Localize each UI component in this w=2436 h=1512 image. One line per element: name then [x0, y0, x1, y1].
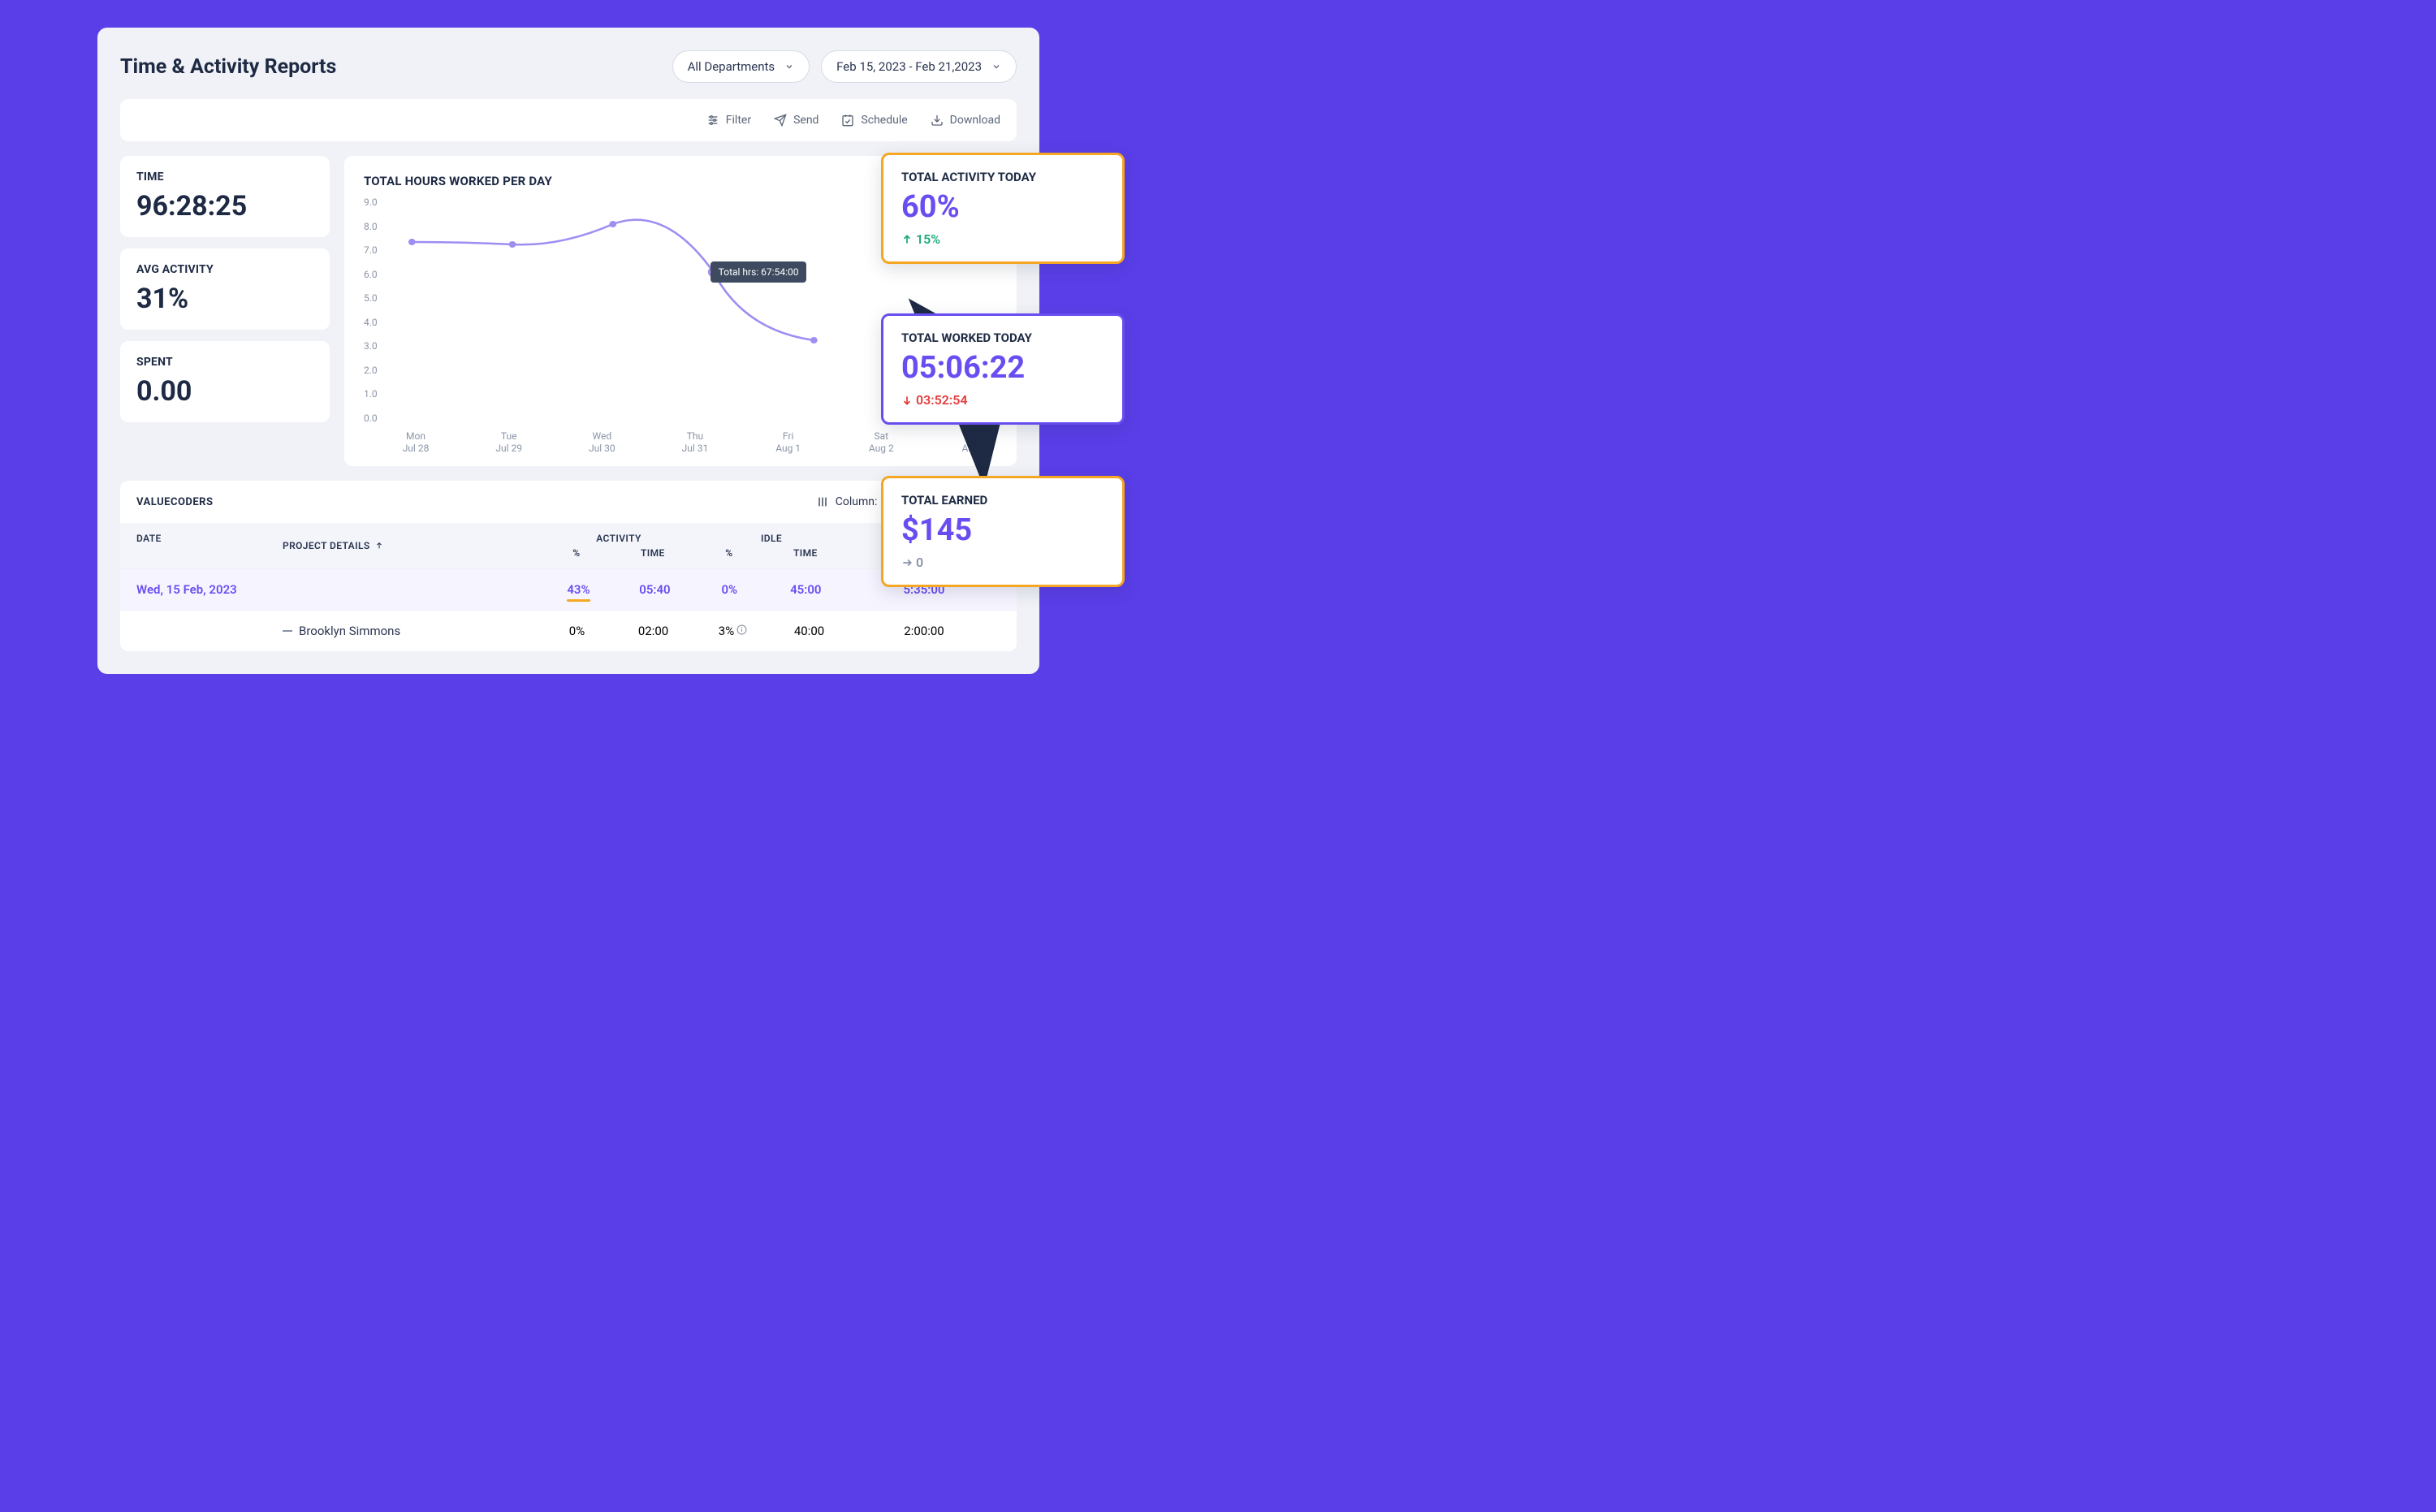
fc-activity-delta: 15% [901, 231, 1104, 247]
chart-yaxis: 9.0 8.0 7.0 6.0 5.0 4.0 3.0 2.0 1.0 0.0 [364, 197, 386, 424]
spent-card: SPENT 0.00 [120, 341, 330, 422]
arrow-down-icon [901, 395, 913, 406]
date-range-selector[interactable]: Feb 15, 2023 - Feb 21,2023 [821, 50, 1017, 83]
date-cell: Wed, 15 Feb, 2023 [136, 582, 283, 597]
time-value: 96:28:25 [136, 190, 313, 222]
th-project[interactable]: PROJECT DETAILS [283, 533, 542, 559]
last-cell: 2:00:00 [848, 624, 1000, 638]
filter-label: Filter [726, 114, 751, 127]
filter-button[interactable]: Filter [706, 114, 751, 127]
fc-activity-label: TOTAL ACTIVITY TODAY [901, 170, 1104, 184]
activity-time: 05:40 [639, 582, 670, 597]
time-card: TIME 96:28:25 [120, 156, 330, 237]
fc-earned-label: TOTAL EARNED [901, 493, 1104, 508]
arrow-up-icon [901, 234, 913, 245]
schedule-label: Schedule [861, 114, 907, 127]
activity-cell: 43% 05:40 [542, 582, 695, 597]
activity-pct: 43% [567, 582, 590, 597]
y-tick: 2.0 [364, 365, 378, 376]
y-tick: 1.0 [364, 388, 378, 400]
header: Time & Activity Reports All Departments … [120, 50, 1017, 83]
dashboard-frame: Time & Activity Reports All Departments … [97, 28, 1039, 674]
y-tick: 5.0 [364, 292, 378, 304]
y-tick: 3.0 [364, 340, 378, 352]
arrow-right-icon [901, 557, 913, 568]
idle-time: 45:00 [790, 582, 821, 597]
avg-activity-card: AVG ACTIVITY 31% [120, 248, 330, 330]
fc-earned-delta: 0 [901, 555, 1104, 570]
chevron-down-icon [991, 62, 1001, 71]
filter-icon [706, 114, 719, 127]
idle-pct: 3% [719, 624, 747, 638]
fc-worked-delta: 03:52:54 [901, 392, 1104, 408]
x-tick: MonJul 28 [393, 430, 438, 455]
time-label: TIME [136, 171, 313, 184]
spent-label: SPENT [136, 356, 313, 369]
table-row[interactable]: Brooklyn Simmons 0% 02:00 3% 40:00 2:00:00 [120, 610, 1017, 651]
idle-pct: 0% [721, 582, 737, 597]
department-selector[interactable]: All Departments [672, 50, 810, 83]
date-range-label: Feb 15, 2023 - Feb 21,2023 [836, 59, 982, 74]
idle-cell: 0% 45:00 [695, 582, 848, 597]
y-tick: 7.0 [364, 244, 378, 256]
project-cell: Brooklyn Simmons [283, 624, 542, 638]
fc-activity-value: 60% [901, 189, 1104, 225]
fc-earned-value: $145 [901, 512, 1104, 548]
y-tick: 6.0 [364, 269, 378, 280]
idle-cell: 3% 40:00 [695, 624, 848, 638]
header-controls: All Departments Feb 15, 2023 - Feb 21,20… [672, 50, 1017, 83]
activity-pct: 0% [569, 624, 585, 638]
last-time: 2:00:00 [904, 624, 944, 638]
fc-worked-label: TOTAL WORKED TODAY [901, 330, 1104, 345]
th-activity: ACTIVITY %TIME [542, 533, 695, 559]
download-button[interactable]: Download [931, 114, 1000, 127]
stat-column: TIME 96:28:25 AVG ACTIVITY 31% SPENT 0.0… [120, 156, 330, 466]
avg-activity-value: 31% [136, 283, 313, 315]
total-activity-card: TOTAL ACTIVITY TODAY 60% 15% [881, 153, 1125, 264]
dash-icon [283, 630, 292, 632]
th-date: DATE [136, 533, 283, 559]
department-selector-label: All Departments [688, 59, 775, 74]
download-label: Download [950, 114, 1000, 127]
activity-cell: 0% 02:00 [542, 624, 695, 638]
total-worked-card: TOTAL WORKED TODAY 05:06:22 03:52:54 [881, 313, 1125, 425]
activity-time: 02:00 [638, 624, 668, 638]
send-label: Send [793, 114, 818, 127]
action-toolbar: Filter Send Schedule Download [120, 99, 1017, 141]
arrow-up-icon [375, 542, 383, 550]
th-idle: IDLE %TIME [695, 533, 848, 559]
y-tick: 0.0 [364, 413, 378, 424]
x-tick: WedJul 30 [579, 430, 624, 455]
calendar-icon [841, 114, 854, 127]
chevron-down-icon [784, 62, 794, 71]
x-tick: TueJul 29 [486, 430, 532, 455]
avg-activity-label: AVG ACTIVITY [136, 263, 313, 276]
person-name: Brooklyn Simmons [299, 624, 400, 638]
download-icon [931, 114, 944, 127]
schedule-button[interactable]: Schedule [841, 114, 907, 127]
send-icon [774, 114, 787, 127]
spent-value: 0.00 [136, 375, 313, 408]
info-icon [736, 624, 747, 635]
page-title: Time & Activity Reports [120, 55, 336, 79]
send-button[interactable]: Send [774, 114, 818, 127]
idle-time: 40:00 [794, 624, 824, 638]
total-earned-card: TOTAL EARNED $145 0 [881, 476, 1125, 587]
fc-worked-value: 05:06:22 [901, 350, 1104, 386]
table-group-title: VALUECODERS [136, 496, 214, 508]
y-tick: 4.0 [364, 317, 378, 328]
y-tick: 8.0 [364, 221, 378, 232]
y-tick: 9.0 [364, 197, 378, 208]
